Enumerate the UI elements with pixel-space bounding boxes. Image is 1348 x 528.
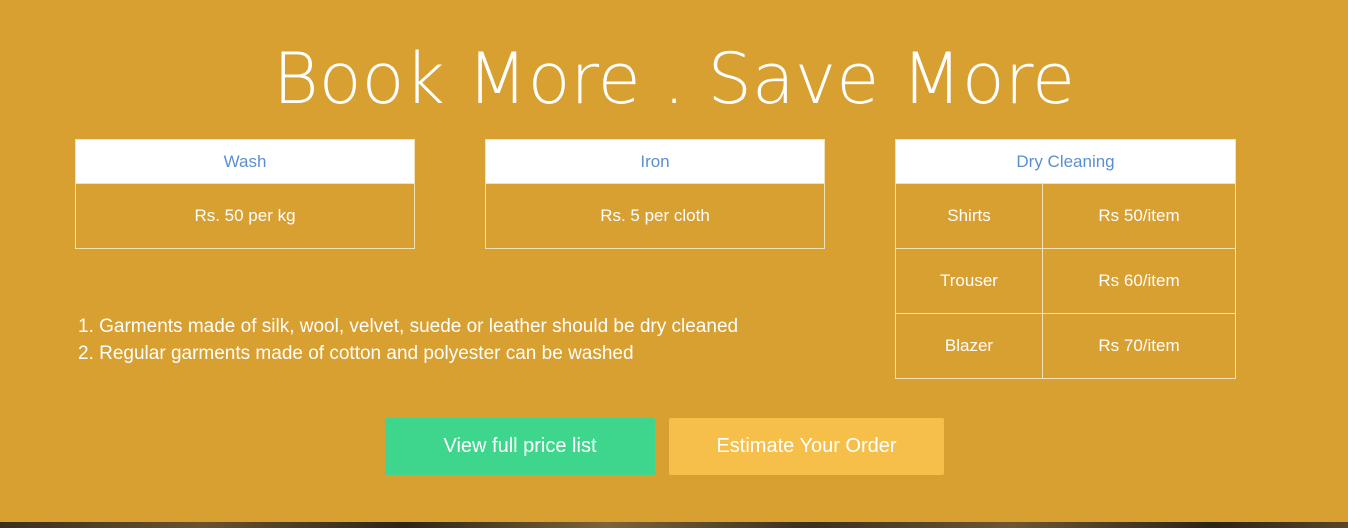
table-row: Trouser Rs 60/item xyxy=(895,248,1237,314)
page-title: Book More . Save More xyxy=(272,38,1076,120)
dry-cleaning-item-price: Rs 70/item xyxy=(1041,313,1237,379)
note-item: 1. Garments made of silk, wool, velvet, … xyxy=(78,316,739,337)
wash-header: Wash xyxy=(75,139,415,184)
note-item: 2. Regular garments made of cotton and p… xyxy=(78,343,634,364)
table-row: Blazer Rs 70/item xyxy=(895,313,1237,379)
iron-header: Iron xyxy=(485,139,825,184)
background-image-strip xyxy=(0,522,1348,528)
dry-cleaning-item: Trouser xyxy=(895,248,1043,314)
dry-cleaning-price-table: Dry Cleaning Shirts Rs 50/item Trouser R… xyxy=(894,139,1237,379)
table-row: Shirts Rs 50/item xyxy=(895,183,1237,249)
iron-price-table: Iron Rs. 5 per cloth xyxy=(485,139,825,249)
view-full-price-list-button[interactable]: View full price list xyxy=(385,418,655,475)
dry-cleaning-item: Blazer xyxy=(895,313,1043,379)
dry-cleaning-item-price: Rs 50/item xyxy=(1041,183,1237,249)
dry-cleaning-item: Shirts xyxy=(895,183,1043,249)
estimate-order-button[interactable]: Estimate Your Order xyxy=(669,418,944,475)
iron-price: Rs. 5 per cloth xyxy=(485,183,825,249)
wash-price-table: Wash Rs. 50 per kg xyxy=(75,139,415,249)
wash-price: Rs. 50 per kg xyxy=(75,183,415,249)
garment-notes: 1. Garments made of silk, wool, velvet, … xyxy=(78,313,738,367)
dry-cleaning-item-price: Rs 60/item xyxy=(1041,248,1237,314)
dry-cleaning-header: Dry Cleaning xyxy=(894,139,1237,184)
